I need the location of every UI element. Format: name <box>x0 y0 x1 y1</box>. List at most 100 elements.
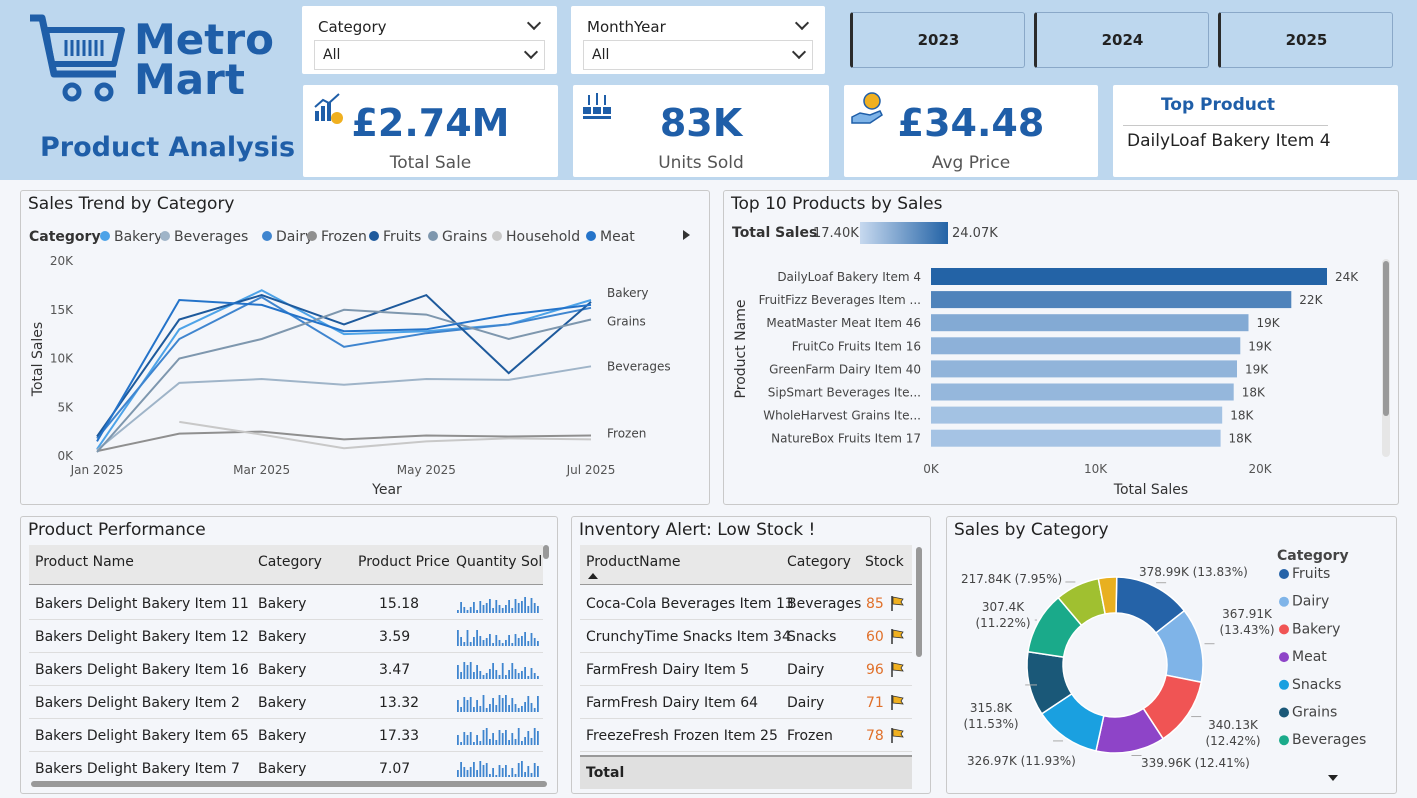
sparkline-bar <box>495 670 498 679</box>
donut-data-label: (13.43%) <box>1219 623 1274 637</box>
sparkline-bar <box>473 707 475 712</box>
legend-item-grains: Grains <box>1292 705 1337 721</box>
sparkline-bar <box>501 698 504 712</box>
legend-marker <box>1279 596 1289 607</box>
sparkline-bar <box>485 728 488 745</box>
sparkline-bar <box>508 635 510 646</box>
legend-marker <box>1279 707 1289 718</box>
legend-marker <box>1279 679 1289 690</box>
table-row[interactable]: CrunchyTime Snacks Item 34 Snacks 60 <box>580 620 912 653</box>
top10-chart: Total Sales17.40K 24.07KDailyLoaf Bakery … <box>732 222 1390 498</box>
chevron-down-icon[interactable] <box>791 44 807 60</box>
cell-product-price: 13.32 <box>379 695 420 711</box>
sparkline-bar <box>517 708 520 712</box>
sparkline-bar <box>521 741 523 745</box>
cell-product-name: Bakers Delight Bakery Item 65 <box>35 728 249 744</box>
vertical-scrollbar[interactable] <box>543 545 549 559</box>
x-tick-label: Mar 2025 <box>233 463 290 477</box>
donut-data-label: 339.96K (12.41%) <box>1141 756 1250 770</box>
scrollbar-thumb[interactable] <box>1383 261 1389 416</box>
inventory-header: ProductName Category Stock <box>580 545 912 585</box>
y-axis-label: Product Name <box>733 300 749 399</box>
sparkline-bar <box>495 600 498 613</box>
brand-line2: Mart <box>134 55 245 104</box>
sparkline-bar <box>492 608 494 613</box>
table-row[interactable]: FarmFresh Dairy Item 64 Dairy 71 <box>580 686 912 719</box>
col-category[interactable]: Category <box>258 554 322 570</box>
sparkline-bar <box>521 706 523 712</box>
table-row[interactable]: Bakers Delight Bakery Item 12 Bakery 3.59 <box>29 620 543 653</box>
table-row[interactable]: FarmFresh Dairy Item 5 Dairy 96 <box>580 653 912 686</box>
sparkline-bar <box>463 732 466 745</box>
chevron-down-icon[interactable] <box>523 44 539 60</box>
sparkline-bar <box>527 606 530 613</box>
sparkline-bar <box>524 597 526 613</box>
cell-category: Bakery <box>258 695 307 711</box>
legend-min: 17.40K <box>813 226 859 241</box>
col-quantity-sold[interactable]: Quantity Sold <box>456 554 543 570</box>
sparkline-bar <box>521 636 523 646</box>
vertical-scrollbar[interactable] <box>916 547 922 657</box>
sparkline-bar <box>508 705 510 712</box>
y-axis-label: Total Sales <box>30 322 46 397</box>
cell-product-price: 15.18 <box>379 596 420 612</box>
sparkline-bar <box>511 663 514 679</box>
sparkline-bar <box>469 642 472 646</box>
cell-productname: CrunchyTime Snacks Item 34 <box>586 629 791 645</box>
sort-asc-icon[interactable] <box>588 573 598 579</box>
performance-card: Product Performance Product Name Categor… <box>20 516 558 794</box>
col-product-name[interactable]: Product Name <box>35 554 134 570</box>
legend-gradient <box>860 222 948 244</box>
sparkline-bar <box>460 672 462 679</box>
legend-marker <box>369 231 379 241</box>
sparkline-bar <box>527 731 530 745</box>
cell-product-price: 7.07 <box>379 761 411 777</box>
col-category[interactable]: Category <box>787 554 851 570</box>
kpi-total-sale: £2.74M Total Sale <box>303 85 558 177</box>
cell-productname: FarmFresh Dairy Item 5 <box>586 662 750 678</box>
table-row[interactable]: Bakers Delight Bakery Item 65 Bakery 17.33 <box>29 719 543 752</box>
table-row[interactable]: FreezeFresh Frozen Item 25 Frozen 78 <box>580 719 912 752</box>
legend-marker <box>160 231 170 241</box>
sparkline-bar <box>482 675 485 679</box>
sparkline-bar <box>495 635 498 646</box>
divider <box>1123 125 1328 126</box>
legend-marker <box>492 231 502 241</box>
monthyear-slicer-label: MonthYear <box>587 18 666 36</box>
col-productname[interactable]: ProductName <box>586 554 680 570</box>
col-product-price[interactable]: Product Price <box>358 554 450 570</box>
year-button-2023[interactable]: 2023 <box>850 12 1025 68</box>
sparkline-bar <box>505 730 507 745</box>
sparkline-bar <box>466 610 469 613</box>
bar-data-label: 19K <box>1245 362 1269 376</box>
col-stock[interactable]: Stock <box>865 554 904 570</box>
sparkline-bar <box>517 728 520 745</box>
monthyear-dropdown[interactable]: All <box>583 40 813 70</box>
legend-item-beverages: Beverages <box>174 229 248 245</box>
sparkline-bar <box>469 732 472 745</box>
horizontal-scrollbar[interactable] <box>31 781 547 787</box>
table-row[interactable]: Bakers Delight Bakery Item 11 Bakery 15.18 <box>29 587 543 620</box>
cell-product-price: 3.59 <box>379 629 411 645</box>
monthyear-slicer[interactable]: MonthYear All <box>571 6 825 74</box>
year-button-2024[interactable]: 2024 <box>1034 12 1209 68</box>
table-row[interactable]: Bakers Delight Bakery Item 7 Bakery 7.07 <box>29 752 543 777</box>
category-slicer[interactable]: Category All <box>302 6 557 74</box>
y-tick-label: 15K <box>50 303 74 317</box>
sparkline-bar <box>460 762 462 777</box>
sparkline-bar <box>473 602 475 613</box>
quantity-sparkline <box>457 662 539 679</box>
table-row[interactable]: Bakers Delight Bakery Item 2 Bakery 13.32 <box>29 686 543 719</box>
chevron-down-icon[interactable] <box>526 15 542 31</box>
sparkline-bar <box>498 765 501 777</box>
kpi-top-product: Top Product DailyLoaf Bakery Item 4 <box>1113 85 1398 177</box>
sparkline-bar <box>492 663 494 679</box>
category-dropdown[interactable]: All <box>314 40 545 70</box>
sparkline-bar <box>463 662 466 679</box>
year-button-2025[interactable]: 2025 <box>1218 12 1393 68</box>
table-row[interactable]: Bakers Delight Bakery Item 16 Bakery 3.47 <box>29 653 543 686</box>
chevron-down-icon[interactable] <box>794 15 810 31</box>
cell-productname: FarmFresh Dairy Item 64 <box>586 695 759 711</box>
units-sold-label: Units Sold <box>658 153 744 173</box>
table-row[interactable]: Coca-Cola Beverages Item 13 Beverages 85 <box>580 587 912 620</box>
